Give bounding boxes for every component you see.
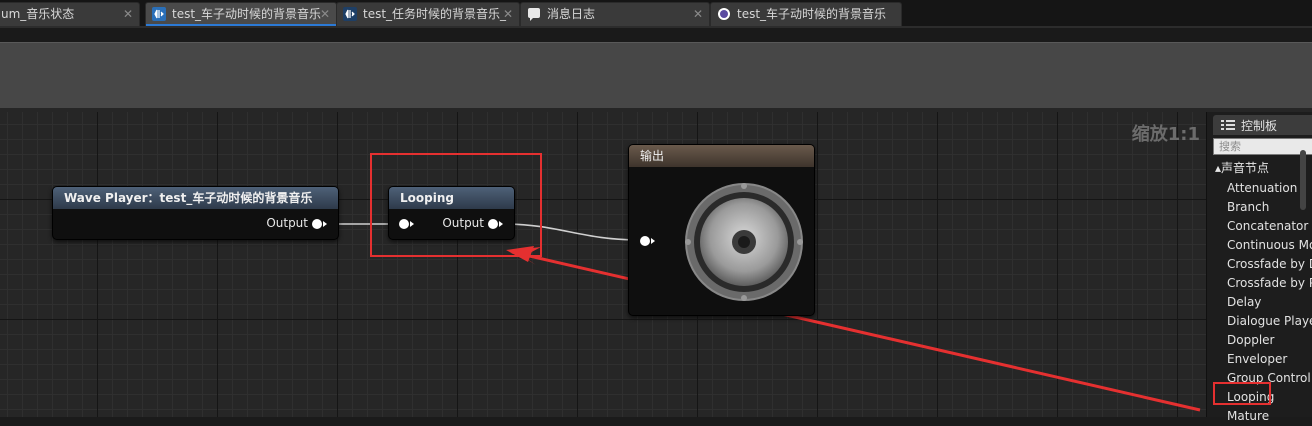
list-icon xyxy=(1221,120,1235,130)
output-node[interactable]: 输出 xyxy=(628,144,815,316)
tab-label: 消息日志 xyxy=(547,7,596,21)
node-title: Wave Player：test_车子动时候的背景音乐 xyxy=(53,187,338,209)
palette-item-continuous-modulator[interactable]: Continuous Mo xyxy=(1227,236,1312,255)
palette-search-input[interactable]: 搜索 xyxy=(1213,138,1312,155)
speaker-icon xyxy=(685,183,803,301)
connection-wires xyxy=(332,223,1202,412)
close-icon[interactable]: ✕ xyxy=(320,3,330,25)
sound-cue-icon xyxy=(343,7,357,21)
output-pin[interactable] xyxy=(312,219,327,229)
palette-item-concatenator[interactable]: Concatenator xyxy=(1227,217,1312,236)
tab-label: um_音乐状态 xyxy=(1,7,75,21)
close-icon[interactable]: ✕ xyxy=(693,3,703,25)
tab-sound-class[interactable]: test_车子动时候的背景音乐 xyxy=(710,2,902,26)
palette-item-enveloper[interactable]: Enveloper xyxy=(1227,350,1312,369)
tab-label: test_车子动时候的背景音乐 xyxy=(172,7,322,21)
tab-label: test_车子动时候的背景音乐 xyxy=(737,7,887,21)
message-log-icon xyxy=(528,8,540,21)
tab-music-state[interactable]: um_音乐状态 ✕ xyxy=(0,2,140,26)
palette-item-crossfade-by-distance[interactable]: Crossfade by D xyxy=(1227,255,1312,274)
graph-canvas[interactable]: 缩放1:1 Wave Player：test_车子动时候的背景音乐 Output… xyxy=(0,112,1206,417)
circle-icon xyxy=(718,8,730,20)
output-pin-label: Output xyxy=(266,216,308,230)
tab-message-log[interactable]: 消息日志 ✕ xyxy=(520,2,710,26)
sound-cue-icon xyxy=(152,7,166,21)
toolbar-gap xyxy=(0,28,1312,42)
close-icon[interactable]: ✕ xyxy=(503,3,513,25)
wave-player-node[interactable]: Wave Player：test_车子动时候的背景音乐 Output xyxy=(52,186,339,240)
palette-item-dialogue-player[interactable]: Dialogue Playe xyxy=(1227,312,1312,331)
palette-item-crossfade-by-param[interactable]: Crossfade by P xyxy=(1227,274,1312,293)
tab-sound-cue-task[interactable]: test_任务时候的背景音乐_ ✕ xyxy=(336,2,520,26)
annotation-highlight-box xyxy=(370,153,542,257)
node-title: 输出 xyxy=(629,145,814,167)
tab-bar: um_音乐状态 ✕ test_车子动时候的背景音乐 ✕ test_任务时候的背景… xyxy=(0,0,1312,26)
palette-header: 控制板 xyxy=(1213,115,1312,135)
tab-sound-cue-active[interactable]: test_车子动时候的背景音乐 ✕ xyxy=(145,2,337,26)
input-pin[interactable] xyxy=(640,236,655,246)
toolbar xyxy=(0,42,1312,110)
palette-item-doppler[interactable]: Doppler xyxy=(1227,331,1312,350)
palette-panel: 控制板 搜索 ▴声音节点 Attenuation Branch Concaten… xyxy=(1206,112,1312,423)
tab-label: test_任务时候的背景音乐_ xyxy=(363,7,507,21)
close-icon[interactable]: ✕ xyxy=(123,3,133,25)
category-sound-nodes[interactable]: ▴声音节点 xyxy=(1215,159,1269,176)
palette-scrollbar[interactable] xyxy=(1300,150,1306,210)
palette-item-delay[interactable]: Delay xyxy=(1227,293,1312,312)
annotation-arrow-line xyxy=(511,250,1201,412)
palette-title: 控制板 xyxy=(1241,119,1278,133)
annotation-highlight-box xyxy=(1213,382,1271,405)
